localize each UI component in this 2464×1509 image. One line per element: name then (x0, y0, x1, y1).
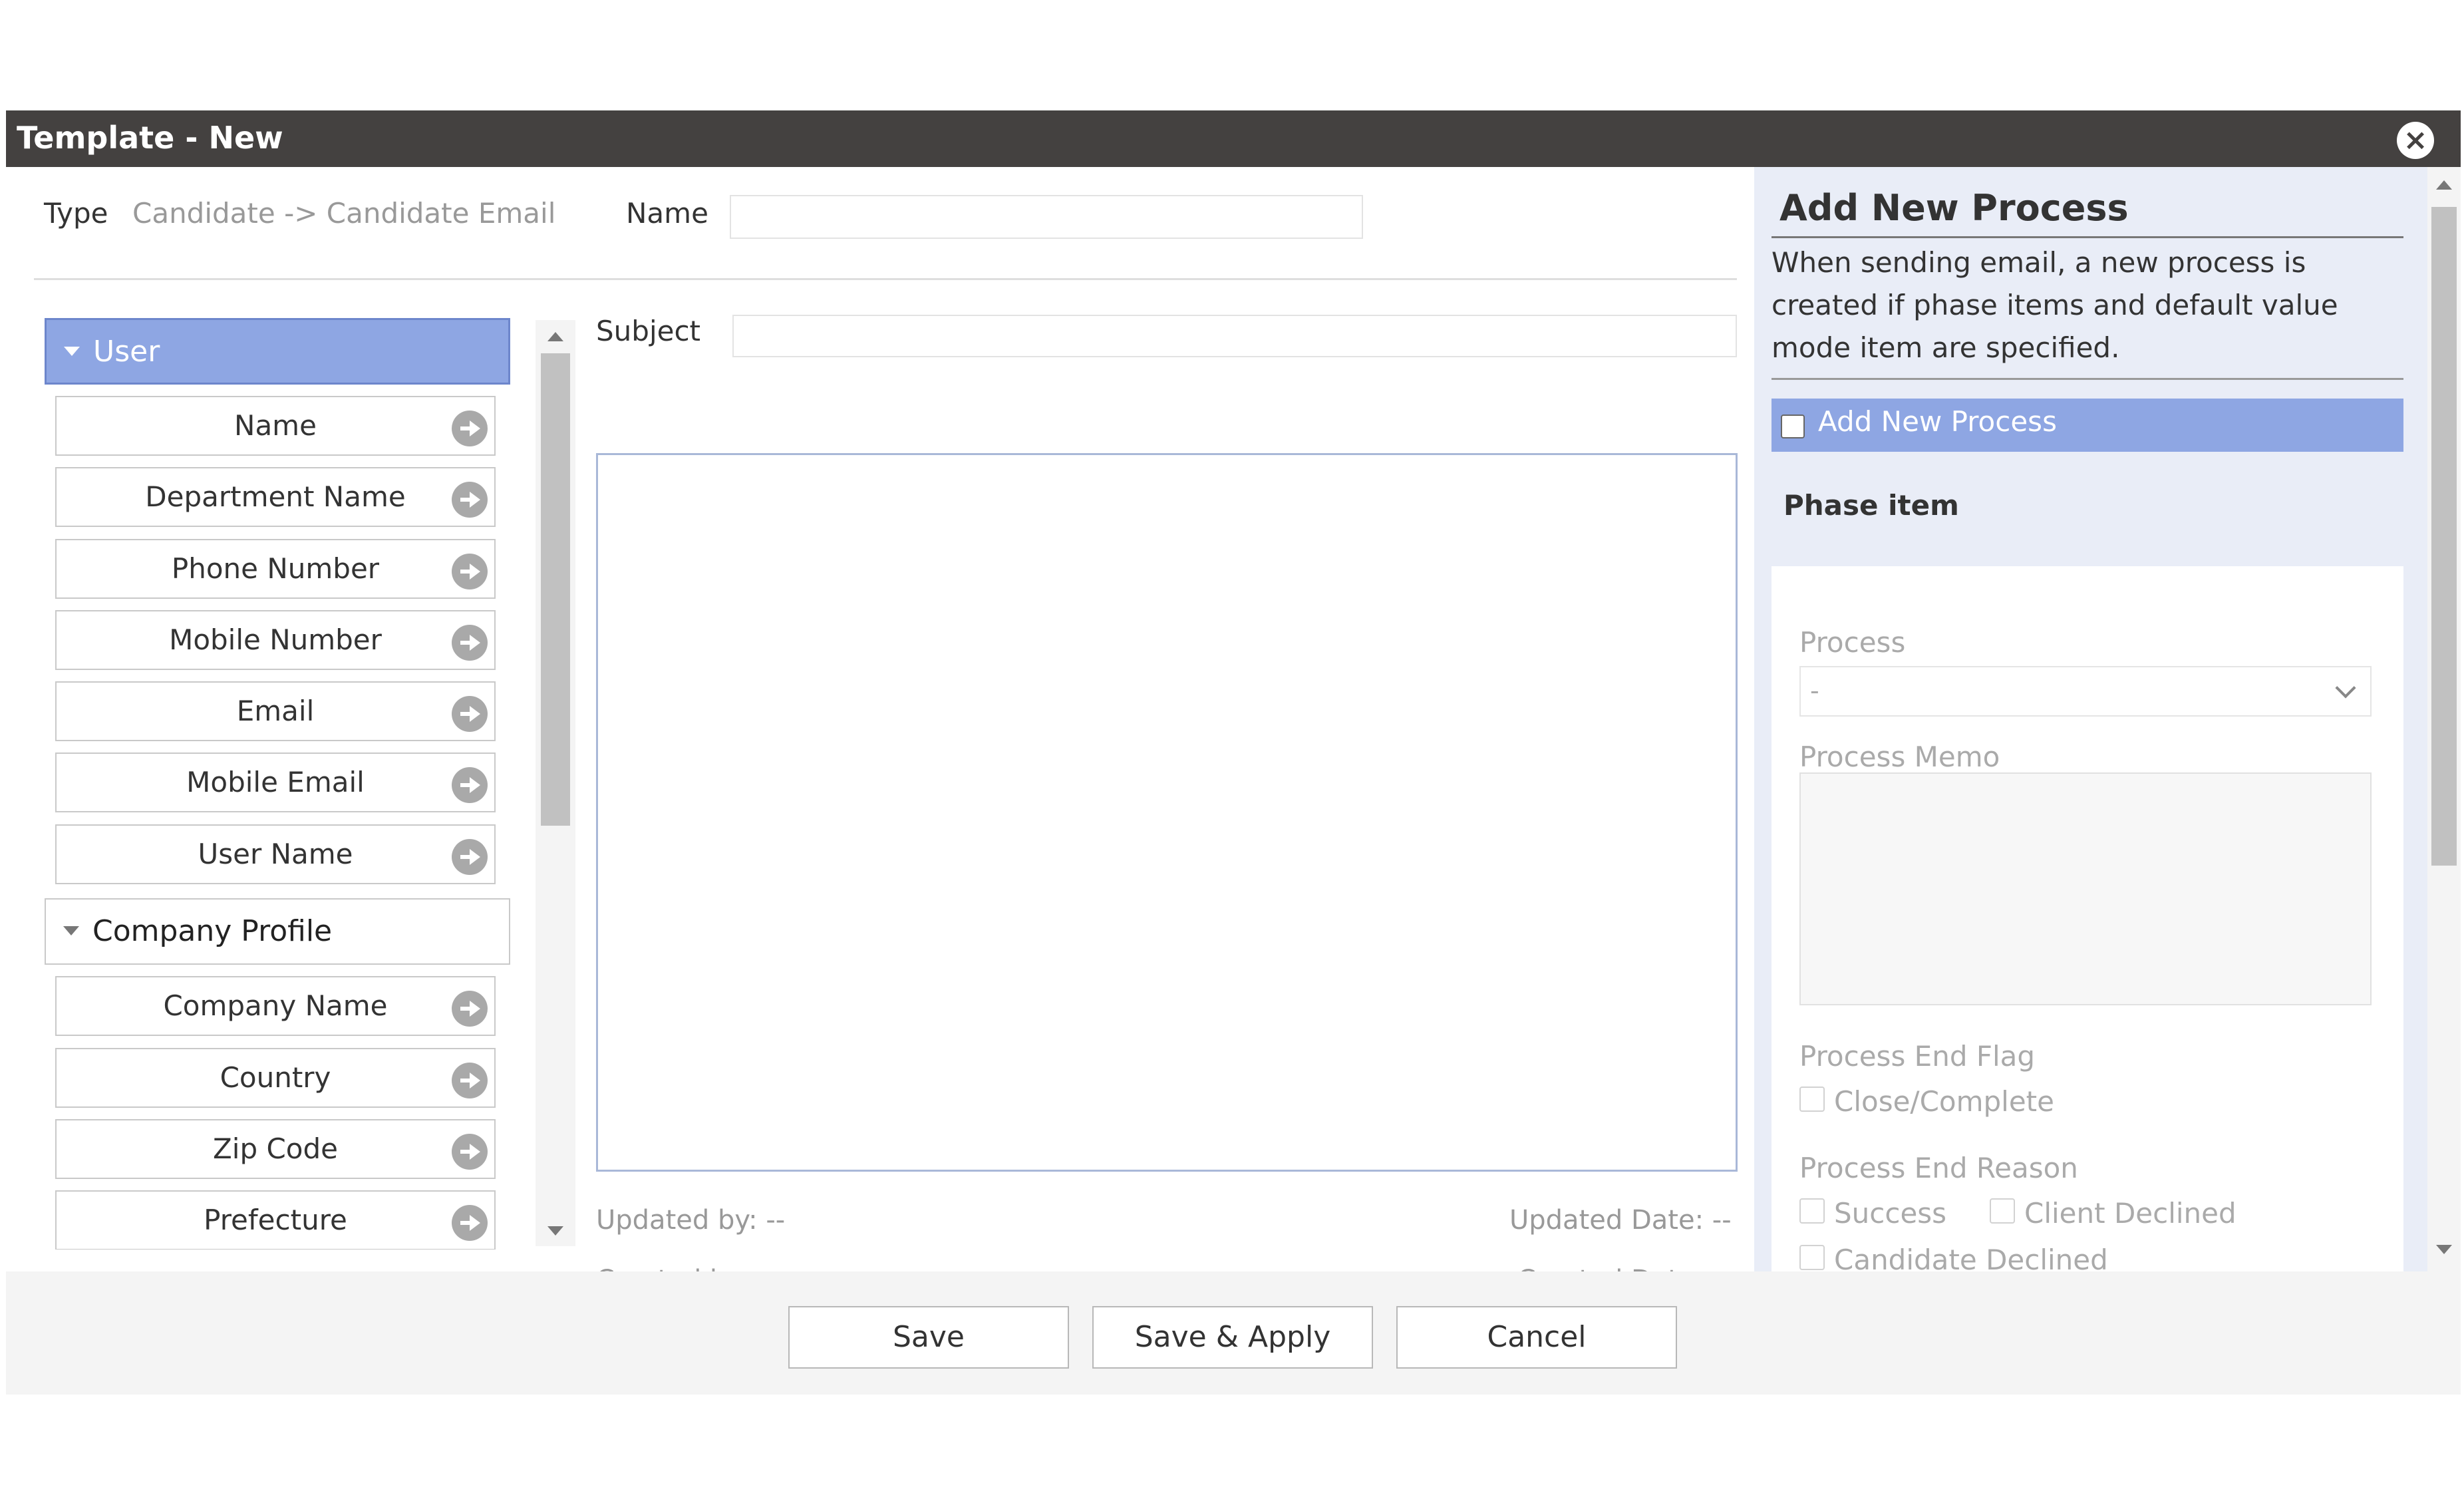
field-item-label: Mobile Number (169, 623, 382, 656)
field-item-label: Country (220, 1061, 331, 1094)
updated-by: Updated by: -- (596, 1205, 786, 1236)
success-label: Success (1834, 1197, 1947, 1230)
close-icon[interactable]: × (2397, 122, 2434, 159)
type-value: Candidate -> Candidate Email (132, 197, 556, 230)
chevron-down-icon (63, 926, 79, 935)
field-item-label: User Name (198, 838, 353, 870)
candidate-declined-checkbox[interactable] (1799, 1245, 1825, 1270)
side-divider (1771, 236, 2403, 238)
scroll-down-icon[interactable] (547, 1226, 563, 1236)
scroll-up-icon[interactable] (2436, 180, 2452, 190)
arrow-right-icon[interactable] (452, 1134, 488, 1170)
side-title: Add New Process (1779, 187, 2129, 229)
phase-item-label: Phase item (1783, 489, 1959, 522)
close-complete-label: Close/Complete (1834, 1085, 2054, 1118)
process-select[interactable]: - (1799, 666, 2372, 717)
process-memo-textarea[interactable] (1799, 772, 2372, 1005)
field-item-label: Email (236, 695, 315, 727)
save-apply-button[interactable]: Save & Apply (1092, 1306, 1373, 1369)
arrow-right-icon[interactable] (452, 625, 488, 661)
side-description: When sending email, a new process is cre… (1771, 246, 2338, 364)
arrow-right-icon[interactable] (452, 767, 488, 803)
group-label: Company Profile (92, 914, 333, 948)
side-divider (1771, 378, 2403, 380)
group-header-company-profile[interactable]: Company Profile (45, 898, 510, 965)
field-item-prefecture[interactable]: Prefecture (55, 1190, 496, 1250)
field-item-email[interactable]: Email (55, 681, 496, 741)
dialog-titlebar: Template - New × (6, 110, 2461, 167)
process-memo-label: Process Memo (1799, 741, 2000, 773)
field-item-country[interactable]: Country (55, 1048, 496, 1108)
scroll-down-icon[interactable] (2436, 1245, 2452, 1254)
name-input[interactable] (730, 195, 1363, 239)
main-panel: Type Candidate -> Candidate Email Name U… (6, 167, 1756, 1295)
field-item-label: Company Name (163, 989, 388, 1022)
field-item-mobile-email[interactable]: Mobile Email (55, 753, 496, 812)
arrow-right-icon[interactable] (452, 839, 488, 875)
side-panel-scrollbar[interactable] (2427, 167, 2461, 1271)
candidate-declined-label: Candidate Declined (1834, 1244, 2108, 1271)
client-declined-label: Client Declined (2024, 1197, 2236, 1230)
header-divider (34, 278, 1737, 280)
type-label: Type (44, 197, 108, 230)
email-body-editor[interactable] (596, 453, 1738, 1172)
scroll-up-icon[interactable] (547, 332, 563, 341)
arrow-right-icon[interactable] (452, 1205, 488, 1241)
save-button[interactable]: Save (788, 1306, 1069, 1369)
chevron-down-icon (64, 347, 80, 356)
success-checkbox[interactable] (1799, 1198, 1825, 1224)
group-header-user[interactable]: User (45, 318, 510, 385)
process-select-value: - (1810, 676, 1819, 705)
field-item-phone-number[interactable]: Phone Number (55, 539, 496, 599)
add-new-process-label: Add New Process (1818, 405, 2057, 438)
add-new-process-bar: Add New Process (1771, 399, 2403, 452)
side-panel-scroll-thumb[interactable] (2431, 207, 2457, 866)
arrow-right-icon[interactable] (452, 991, 488, 1027)
field-item-name[interactable]: Name (55, 396, 496, 456)
dialog-title: Template - New (17, 120, 283, 156)
field-item-label: Prefecture (204, 1204, 347, 1236)
field-list-scrollbar[interactable] (536, 320, 575, 1246)
field-list-scroll-thumb[interactable] (541, 353, 570, 826)
chevron-down-icon (2335, 677, 2356, 699)
arrow-right-icon[interactable] (452, 1063, 488, 1098)
subject-input[interactable] (732, 315, 1737, 357)
close-complete-checkbox[interactable] (1799, 1087, 1825, 1112)
dialog-footer: Save Save & Apply Cancel (6, 1271, 2461, 1395)
field-item-label: Zip Code (213, 1132, 338, 1165)
field-item-label: Name (234, 409, 317, 442)
arrow-right-icon[interactable] (452, 696, 488, 732)
field-item-zip-code[interactable]: Zip Code (55, 1119, 496, 1179)
cancel-button[interactable]: Cancel (1396, 1306, 1677, 1369)
phase-item-form: Process - Process Memo Process End Flag … (1771, 566, 2403, 1271)
field-item-company-name[interactable]: Company Name (55, 976, 496, 1036)
subject-label: Subject (596, 315, 701, 347)
process-end-reason-label: Process End Reason (1799, 1152, 2078, 1184)
process-end-flag-label: Process End Flag (1799, 1040, 2036, 1073)
arrow-right-icon[interactable] (452, 554, 488, 589)
field-item-department-name[interactable]: Department Name (55, 467, 496, 527)
field-list: User Name Department Name Phone Number M… (45, 318, 524, 1250)
group-label: User (93, 335, 160, 369)
process-label: Process (1799, 626, 1906, 659)
field-item-user-name[interactable]: User Name (55, 824, 496, 884)
client-declined-checkbox[interactable] (1990, 1198, 2015, 1224)
name-label: Name (626, 197, 708, 230)
field-item-label: Mobile Email (186, 766, 365, 798)
template-dialog: Template - New × Type Candidate -> Candi… (6, 110, 2461, 1395)
field-item-label: Department Name (145, 480, 406, 513)
add-new-process-checkbox[interactable] (1781, 415, 1805, 438)
add-new-process-panel: Add New Process When sending email, a ne… (1754, 167, 2461, 1271)
arrow-right-icon[interactable] (452, 482, 488, 518)
field-item-label: Phone Number (171, 552, 380, 585)
arrow-right-icon[interactable] (452, 411, 488, 446)
field-item-mobile-number[interactable]: Mobile Number (55, 610, 496, 670)
updated-date: Updated Date: -- (1509, 1205, 1732, 1236)
